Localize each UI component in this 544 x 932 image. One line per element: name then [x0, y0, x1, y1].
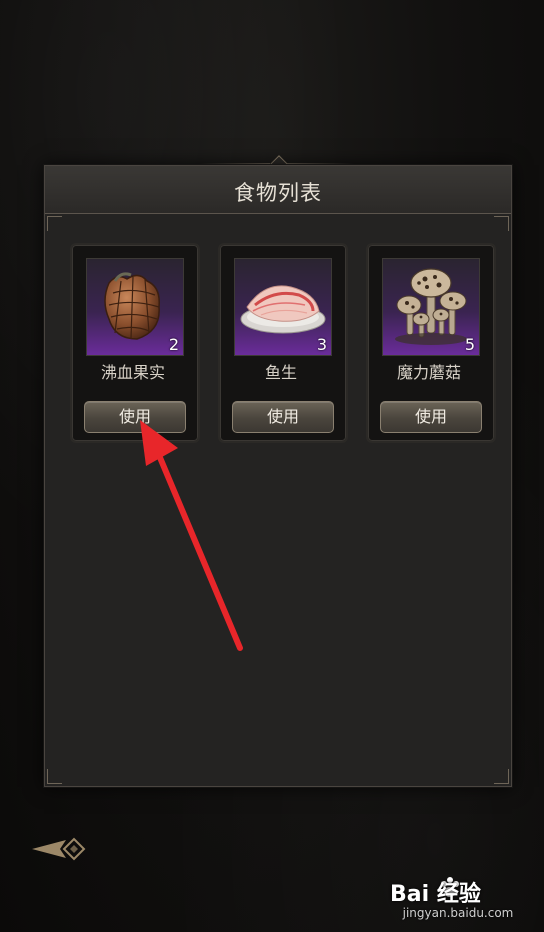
watermark-url: jingyan.baidu.com	[402, 906, 514, 920]
item-icon-frame[interactable]: 3	[234, 258, 332, 356]
panel-header: 食物列表	[45, 166, 511, 214]
watermark-brand: Bai 经验	[390, 882, 481, 907]
use-button[interactable]: 使用	[84, 401, 186, 433]
back-arrow-icon	[32, 837, 86, 861]
panel-top-divider-right	[284, 163, 354, 164]
back-button[interactable]	[30, 834, 86, 864]
item-name: 鱼生	[264, 363, 297, 382]
item-name: 魔力蘑菇	[396, 363, 461, 382]
corner-ornament-bottom-right	[494, 769, 509, 784]
item-icon-frame[interactable]: 2	[86, 258, 184, 356]
game-screen: 食物列表 2 沸血果实 使用 3 鱼生 使用 5 魔力蘑菇 使用 Bai 经验 …	[0, 0, 544, 932]
food-item-card: 2 沸血果实 使用	[70, 243, 200, 443]
panel-top-divider-left	[200, 163, 270, 164]
panel-title: 食物列表	[234, 181, 322, 205]
use-button[interactable]: 使用	[232, 401, 334, 433]
food-item-card: 5 魔力蘑菇 使用	[366, 243, 496, 443]
corner-ornament-top-right	[494, 216, 509, 231]
corner-ornament-top-left	[47, 216, 62, 231]
item-name: 沸血果实	[100, 363, 165, 382]
item-count: 2	[168, 335, 179, 354]
corner-ornament-bottom-left	[47, 769, 62, 784]
food-item-card: 3 鱼生 使用	[218, 243, 348, 443]
baidu-jingyan-watermark: Bai 经验 jingyan.baidu.com	[378, 870, 538, 926]
use-button[interactable]: 使用	[380, 401, 482, 433]
item-count: 3	[316, 335, 327, 354]
item-count: 5	[464, 335, 475, 354]
item-icon-frame[interactable]: 5	[382, 258, 480, 356]
